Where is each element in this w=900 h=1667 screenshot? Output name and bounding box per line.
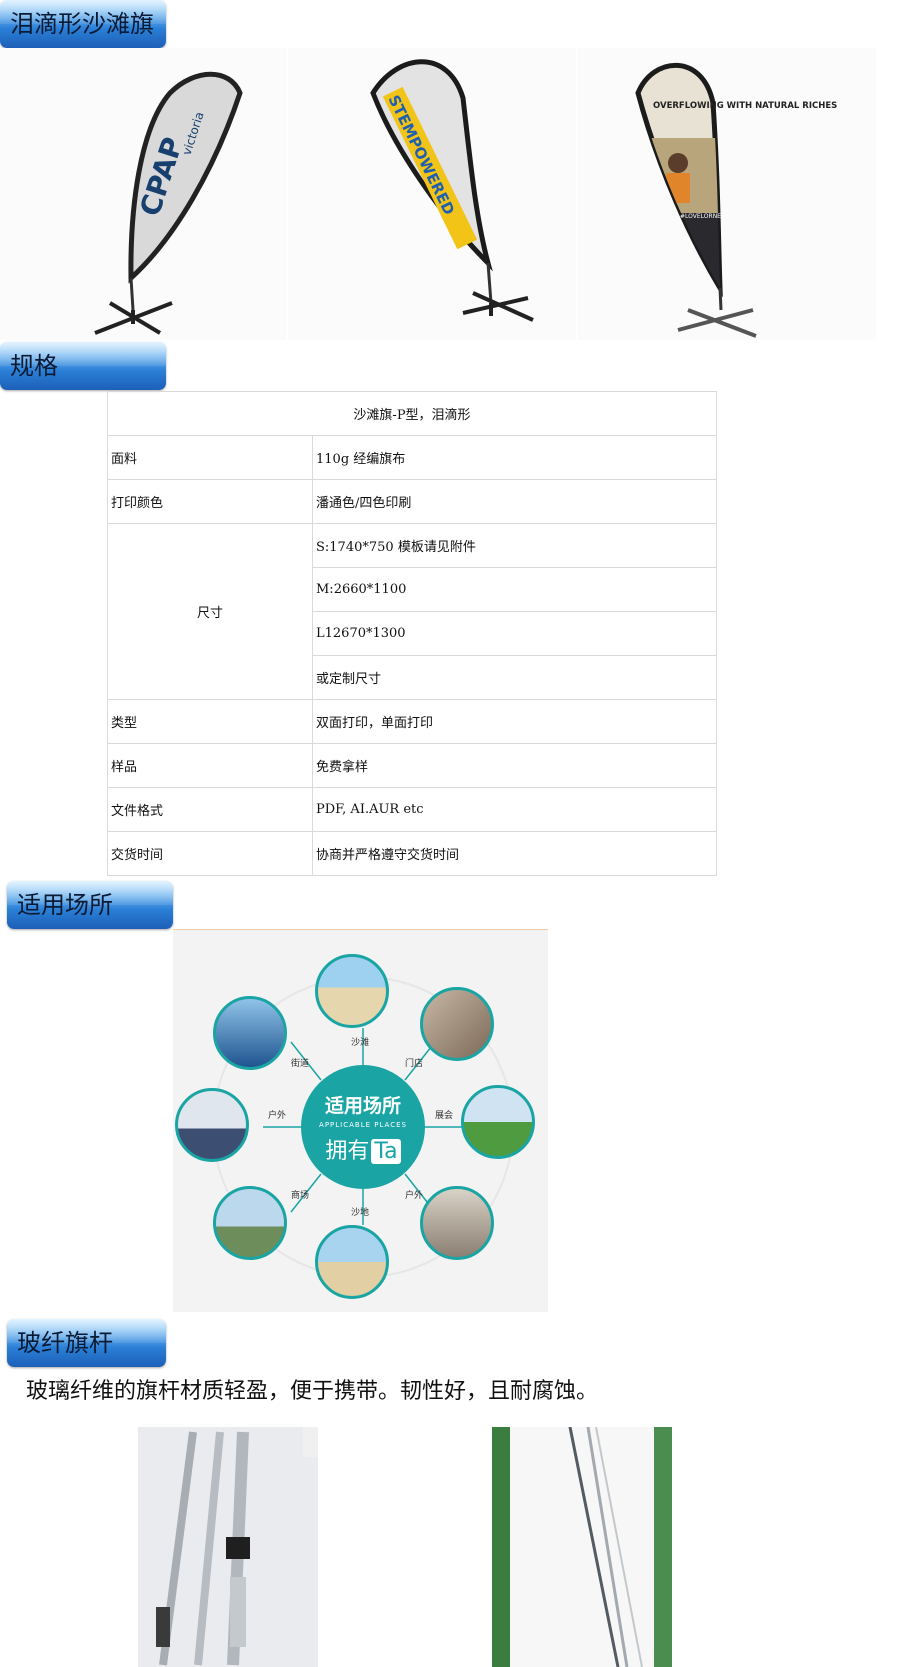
venue-label: 沙滩	[351, 1038, 370, 1048]
table-row: 沙滩旗-P型，泪滴形	[107, 391, 717, 436]
row-label: 类型	[107, 699, 313, 744]
pole-description: 玻璃纤维的旗杆材质轻盈，便于携带。韧性好，且耐腐蚀。	[26, 1379, 599, 1404]
row-value: 潘通色/四色印刷	[312, 479, 717, 524]
venue-photo-beach	[315, 954, 389, 1028]
venue-label: 户外	[268, 1111, 287, 1121]
pole-illustration	[156, 1427, 318, 1666]
row-value: 免费拿样	[312, 743, 717, 788]
pole-photo-2	[492, 1427, 672, 1667]
section-title: 规格	[10, 352, 58, 380]
teardrop-flag-stem: STEMPOWERED	[370, 59, 534, 322]
venue-label: 沙地	[351, 1208, 370, 1218]
pole-photo-1	[138, 1427, 318, 1667]
venue-label: 街道	[291, 1059, 310, 1069]
row-label: 面料	[107, 435, 313, 480]
section-title: 适用场所	[17, 891, 113, 919]
section-tab-pole: 玻纤旗杆	[7, 1319, 166, 1367]
teardrop-flag-riches: OVERFLOWING WITH NATURAL RICHES #LOVELOR…	[635, 62, 837, 338]
row-value: 协商并严格遵守交货时间	[312, 831, 717, 876]
venue-label: 门店	[405, 1059, 424, 1069]
section-title: 玻纤旗杆	[17, 1329, 113, 1357]
row-value: 或定制尺寸	[312, 655, 717, 700]
teardrop-flag-cpap: CPAP victoria	[94, 71, 243, 335]
venue-label: 展会	[435, 1111, 454, 1121]
row-label: 文件格式	[107, 787, 313, 832]
venue-photo-street	[175, 1088, 249, 1162]
venue-photo-expo	[461, 1085, 535, 1159]
table-row: 面料 110g 经编旗布	[107, 435, 717, 480]
flag-photo-1: CPAP victoria	[0, 48, 286, 340]
venues-infographic: 沙滩 门店 展会 户外 沙地 商场 户外 街道 适用场所 APPLICABLE …	[173, 929, 548, 1312]
row-label: 样品	[107, 743, 313, 788]
row-label: 打印颜色	[107, 479, 313, 524]
row-value: M:2660*1100	[312, 567, 717, 612]
venue-photo-mall	[420, 1186, 494, 1260]
venue-photo-outdoor-2	[213, 996, 287, 1070]
flag-text-riches: OVERFLOWING WITH NATURAL RICHES	[653, 101, 837, 111]
section-tab-teardrop: 泪滴形沙滩旗	[0, 0, 166, 48]
table-row: 文件格式 PDF, AI.AUR etc	[107, 787, 717, 832]
pole-illustration	[492, 1427, 672, 1667]
row-value: S:1740*750 模板请见附件	[312, 523, 717, 568]
spec-table: 沙滩旗-P型，泪滴形 面料 110g 经编旗布 打印颜色 潘通色/四色印刷 尺寸…	[107, 391, 717, 876]
hub-tagline: 拥有 Ta	[301, 1133, 425, 1165]
tagline-b: Ta	[371, 1139, 401, 1164]
flag-photo-3: OVERFLOWING WITH NATURAL RICHES #LOVELOR…	[578, 48, 876, 340]
row-value: 双面打印，单面打印	[312, 699, 717, 744]
venue-photo-sand	[315, 1225, 389, 1299]
venue-photo-store	[420, 987, 494, 1061]
section-title: 泪滴形沙滩旗	[10, 10, 154, 38]
hub-subtitle: APPLICABLE PLACES	[319, 1121, 407, 1129]
hub-title: 适用场所	[324, 1095, 401, 1117]
table-row: 交货时间 协商并严格遵守交货时间	[107, 831, 717, 876]
venue-label: 商场	[291, 1191, 310, 1201]
section-tab-venues: 适用场所	[7, 881, 173, 929]
venue-photo-outdoor	[213, 1186, 287, 1260]
tagline-a: 拥有	[325, 1139, 370, 1164]
venue-label: 户外	[405, 1191, 424, 1201]
table-row: 样品 免费拿样	[107, 743, 717, 788]
section-tab-spec: 规格	[0, 342, 166, 390]
table-header: 沙滩旗-P型，泪滴形	[107, 391, 717, 436]
flag-tag: #LOVELORNE	[680, 213, 721, 220]
row-value: PDF, AI.AUR etc	[312, 787, 717, 832]
row-value: 110g 经编旗布	[312, 435, 717, 480]
flag-photo-2: STEMPOWERED	[288, 48, 576, 340]
row-label: 交货时间	[107, 831, 313, 876]
table-row: 尺寸 S:1740*750 模板请见附件	[107, 523, 717, 700]
table-row: 打印颜色 潘通色/四色印刷	[107, 479, 717, 524]
venues-hub: 适用场所 APPLICABLE PLACES 拥有 Ta	[301, 1065, 425, 1189]
table-row: 类型 双面打印，单面打印	[107, 699, 717, 744]
row-value: L12670*1300	[312, 611, 717, 656]
row-label-size: 尺寸	[107, 523, 313, 700]
